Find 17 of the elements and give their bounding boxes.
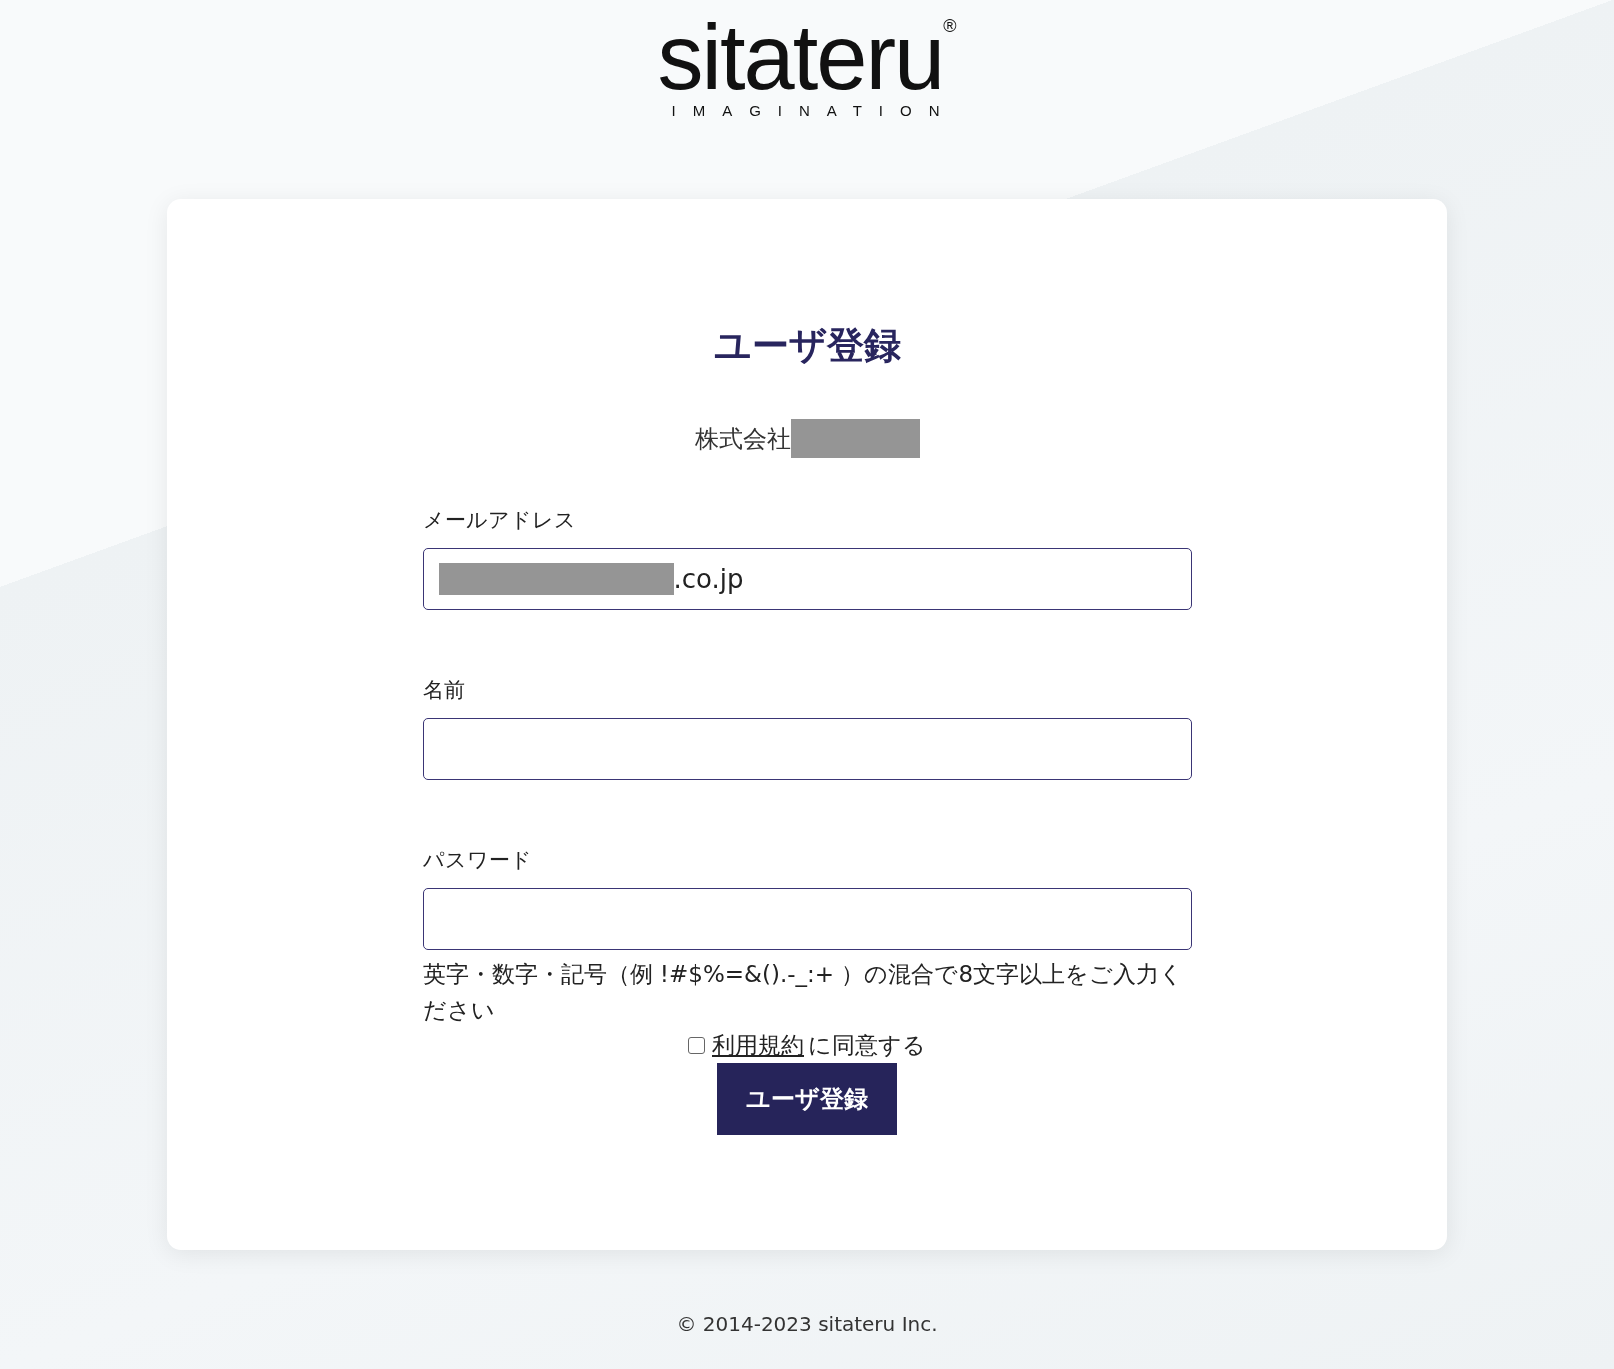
terms-link[interactable]: 利用規約 (712, 1030, 804, 1061)
input-field[interactable] (422, 718, 1192, 780)
checkbox[interactable] (688, 1037, 705, 1054)
page-title: ユーザ登録 (713, 323, 901, 369)
logo-wordmark: sitateru (657, 14, 944, 100)
logo-tagline: IMAGINATION (671, 102, 957, 119)
field-label: メールアドレス (422, 507, 577, 534)
field-label: 名前 (422, 677, 466, 704)
registered-mark: ® (943, 16, 957, 36)
input-field[interactable] (422, 888, 1192, 950)
password-hint: 英字・数字・記号（例 !#$%=&().-_:+ ）の混合で8文字以上をご入力ください (422, 960, 1185, 1025)
copyright-text: © 2014-2023 sitateru Inc. (676, 1312, 938, 1336)
company-name: 株式会社 (694, 423, 791, 455)
input-field[interactable]: .co.jp (422, 548, 1192, 610)
register-button[interactable]: ユーザ登録 (717, 1063, 897, 1135)
field-label: パスワード (422, 847, 533, 874)
agreement-label: に同意する (808, 1031, 926, 1060)
